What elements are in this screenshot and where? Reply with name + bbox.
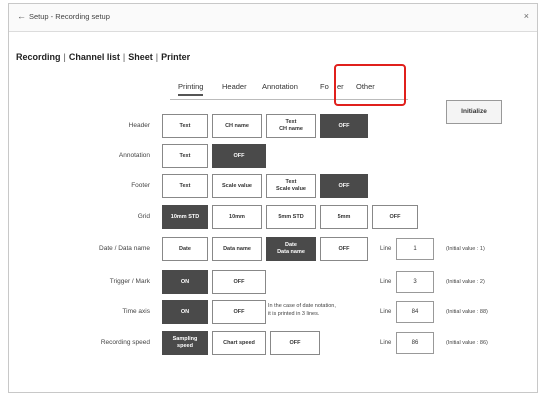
- tab-separator: |: [63, 52, 66, 62]
- date-option-date-data-name[interactable]: Date Data name: [266, 237, 316, 261]
- window-title: Setup - Recording setup: [29, 12, 110, 21]
- time-axis-option-on[interactable]: ON: [162, 300, 208, 324]
- grid-option-5mm[interactable]: 5mm: [320, 205, 368, 229]
- grid-option-off[interactable]: OFF: [372, 205, 418, 229]
- trigger-option-off[interactable]: OFF: [212, 270, 266, 294]
- time-axis-row-label: Time axis: [122, 308, 150, 315]
- footer-option-off[interactable]: OFF: [320, 174, 368, 198]
- main-tabs: Recording | Channel list | Sheet | Printer: [16, 52, 190, 62]
- back-arrow-icon[interactable]: ←: [17, 11, 26, 21]
- speed-option-sampling-speed[interactable]: Sampling speed: [162, 331, 208, 355]
- grid-option-10mm-std[interactable]: 10mm STD: [162, 205, 208, 229]
- time-axis-line-input[interactable]: 84: [396, 301, 434, 323]
- subtab-printing[interactable]: Printing: [178, 82, 204, 96]
- speed-option-off[interactable]: OFF: [270, 331, 320, 355]
- date-row-label: Date / Data name: [99, 245, 150, 252]
- header-option-text-ch-name[interactable]: Text CH name: [266, 114, 316, 138]
- tab-separator: |: [155, 52, 159, 62]
- header-row-label: Header: [128, 122, 150, 129]
- speed-line-label: Line: [380, 340, 392, 346]
- time-axis-note: In the case of date notation, it is prin…: [268, 302, 336, 319]
- recording-speed-row-label: Recording speed: [100, 339, 150, 346]
- footer-row-label: Footer: [131, 182, 150, 189]
- grid-row-label: Grid: [137, 213, 150, 220]
- date-line-input[interactable]: 1: [396, 238, 434, 260]
- annotation-row-label: Annotation: [118, 152, 150, 159]
- date-option-data-name[interactable]: Data name: [212, 237, 262, 261]
- date-option-off[interactable]: OFF: [320, 237, 368, 261]
- time-axis-option-off[interactable]: OFF: [212, 300, 266, 324]
- date-option-date[interactable]: Date: [162, 237, 208, 261]
- tab-recording[interactable]: Recording: [16, 52, 61, 62]
- header-option-text[interactable]: Text: [162, 114, 208, 138]
- trigger-line-label: Line: [380, 279, 392, 285]
- header-option-off[interactable]: OFF: [320, 114, 368, 138]
- footer-option-text[interactable]: Text: [162, 174, 208, 198]
- grid-option-10mm[interactable]: 10mm: [212, 205, 262, 229]
- speed-line-input[interactable]: 86: [396, 332, 434, 354]
- tab-separator: |: [122, 52, 126, 62]
- footer-option-scale-value[interactable]: Scale value: [212, 174, 262, 198]
- initialize-button[interactable]: Initialize: [446, 100, 502, 124]
- tab-sheet[interactable]: Sheet: [128, 52, 153, 62]
- annotation-option-off[interactable]: OFF: [212, 144, 266, 168]
- subtab-footer-part1[interactable]: Fo: [320, 82, 329, 91]
- tab-printer[interactable]: Printer: [161, 52, 190, 62]
- close-icon[interactable]: ×: [524, 11, 529, 21]
- trigger-row-label: Trigger / Mark: [109, 278, 150, 285]
- trigger-option-on[interactable]: ON: [162, 270, 208, 294]
- footer-option-text-scale-value[interactable]: Text Scale value: [266, 174, 316, 198]
- time-axis-note-line2: it is printed in 3 lines.: [268, 311, 320, 318]
- title-bar: ← Setup - Recording setup ×: [9, 4, 537, 32]
- speed-initial-value: (Initial value : 86): [446, 340, 488, 346]
- header-option-ch-name[interactable]: CH name: [212, 114, 262, 138]
- time-axis-note-line1: In the case of date notation,: [268, 303, 336, 309]
- time-axis-initial-value: (Initial value : 88): [446, 309, 488, 315]
- time-axis-line-label: Line: [380, 309, 392, 315]
- date-initial-value: (Initial value : 1): [446, 246, 485, 252]
- subtab-header[interactable]: Header: [222, 82, 247, 91]
- date-line-label: Line: [380, 246, 392, 252]
- tab-channel-list[interactable]: Channel list: [69, 52, 120, 62]
- speed-option-chart-speed[interactable]: Chart speed: [212, 331, 266, 355]
- other-tab-highlight: [334, 64, 406, 106]
- trigger-initial-value: (Initial value : 2): [446, 279, 485, 285]
- grid-option-5mm-std[interactable]: 5mm STD: [266, 205, 316, 229]
- annotation-option-text[interactable]: Text: [162, 144, 208, 168]
- subtab-annotation[interactable]: Annotation: [262, 82, 298, 91]
- trigger-line-input[interactable]: 3: [396, 271, 434, 293]
